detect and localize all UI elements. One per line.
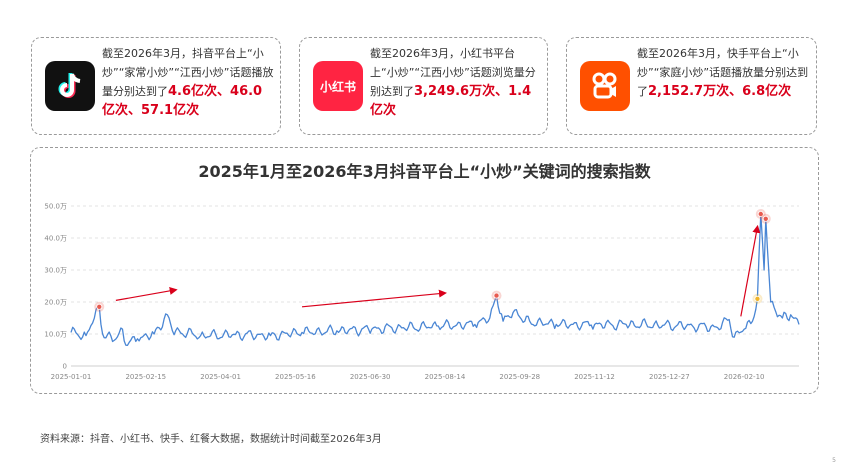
kuaishou-icon bbox=[580, 61, 630, 111]
stat-highlight: 2,152.7万次、6.8亿次 bbox=[648, 84, 792, 99]
xiaohongshu-icon-label: 小红书 bbox=[319, 79, 356, 94]
x-tick-label: 2025-11-12 bbox=[574, 373, 615, 381]
x-tick-label: 2025-02-15 bbox=[125, 373, 166, 381]
series-line bbox=[70, 213, 800, 346]
peak-marker bbox=[762, 215, 769, 222]
peak-marker bbox=[96, 303, 103, 310]
y-tick-label: 10.0万 bbox=[44, 331, 67, 339]
x-tick-label: 2025-05-16 bbox=[275, 373, 316, 381]
peak-marker bbox=[754, 295, 761, 302]
y-tick-label: 40.0万 bbox=[44, 235, 67, 243]
trend-arrow bbox=[115, 286, 178, 301]
x-tick-label: 2025-08-14 bbox=[425, 373, 466, 381]
x-tick-label: 2026-02-10 bbox=[724, 373, 765, 381]
line-chart: 0 10.0万 20.0万 30.0万 40.0万 50.0万 2025-01-01 2025… bbox=[44, 203, 800, 381]
y-tick-label: 50.0万 bbox=[44, 203, 67, 211]
y-tick-label: 0 bbox=[63, 363, 67, 371]
xiaohongshu-icon: 小红书 bbox=[313, 61, 363, 111]
stat-text: 截至2026年3月，快手平台上“小炒”“家庭小炒”话题播放量分别达到了2,152… bbox=[637, 47, 809, 99]
stat-card-douyin: 截至2026年3月，抖音平台上“小炒”“家常小炒”“江西小炒”话题播放量分别达到… bbox=[31, 37, 281, 135]
douyin-icon bbox=[45, 61, 95, 111]
stat-text: 截至2026年3月，抖音平台上“小炒”“家常小炒”“江西小炒”话题播放量分别达到… bbox=[102, 47, 274, 118]
stat-card-xiaohongshu: 小红书 截至2026年3月，小红书平台上“小炒”“江西小炒”话题浏览量分别达到了… bbox=[299, 37, 548, 135]
peak-marker bbox=[493, 292, 500, 299]
trend-arrow bbox=[301, 289, 447, 308]
source-note: 资料来源：抖音、小红书、快手、红餐大数据，数据统计时间截至2026年3月 bbox=[40, 434, 382, 445]
x-tick-label: 2025-01-01 bbox=[51, 373, 92, 381]
x-tick-label: 2025-12-27 bbox=[649, 373, 690, 381]
page-number: 5 bbox=[832, 457, 836, 464]
x-tick-label: 2025-09-28 bbox=[499, 373, 540, 381]
x-tick-label: 2025-04-01 bbox=[200, 373, 241, 381]
stat-card-kuaishou: 截至2026年3月，快手平台上“小炒”“家庭小炒”话题播放量分别达到了2,152… bbox=[566, 37, 817, 135]
chart-card: 2025年1月至2026年3月抖音平台上“小炒”关键词的搜索指数 0 10.0万 2… bbox=[30, 147, 819, 394]
y-tick-label: 20.0万 bbox=[44, 299, 67, 307]
x-tick-label: 2025-06-30 bbox=[350, 373, 391, 381]
stat-text: 截至2026年3月，小红书平台上“小炒”“江西小炒”话题浏览量分别达到了3,24… bbox=[370, 47, 536, 118]
y-tick-label: 30.0万 bbox=[44, 267, 67, 275]
